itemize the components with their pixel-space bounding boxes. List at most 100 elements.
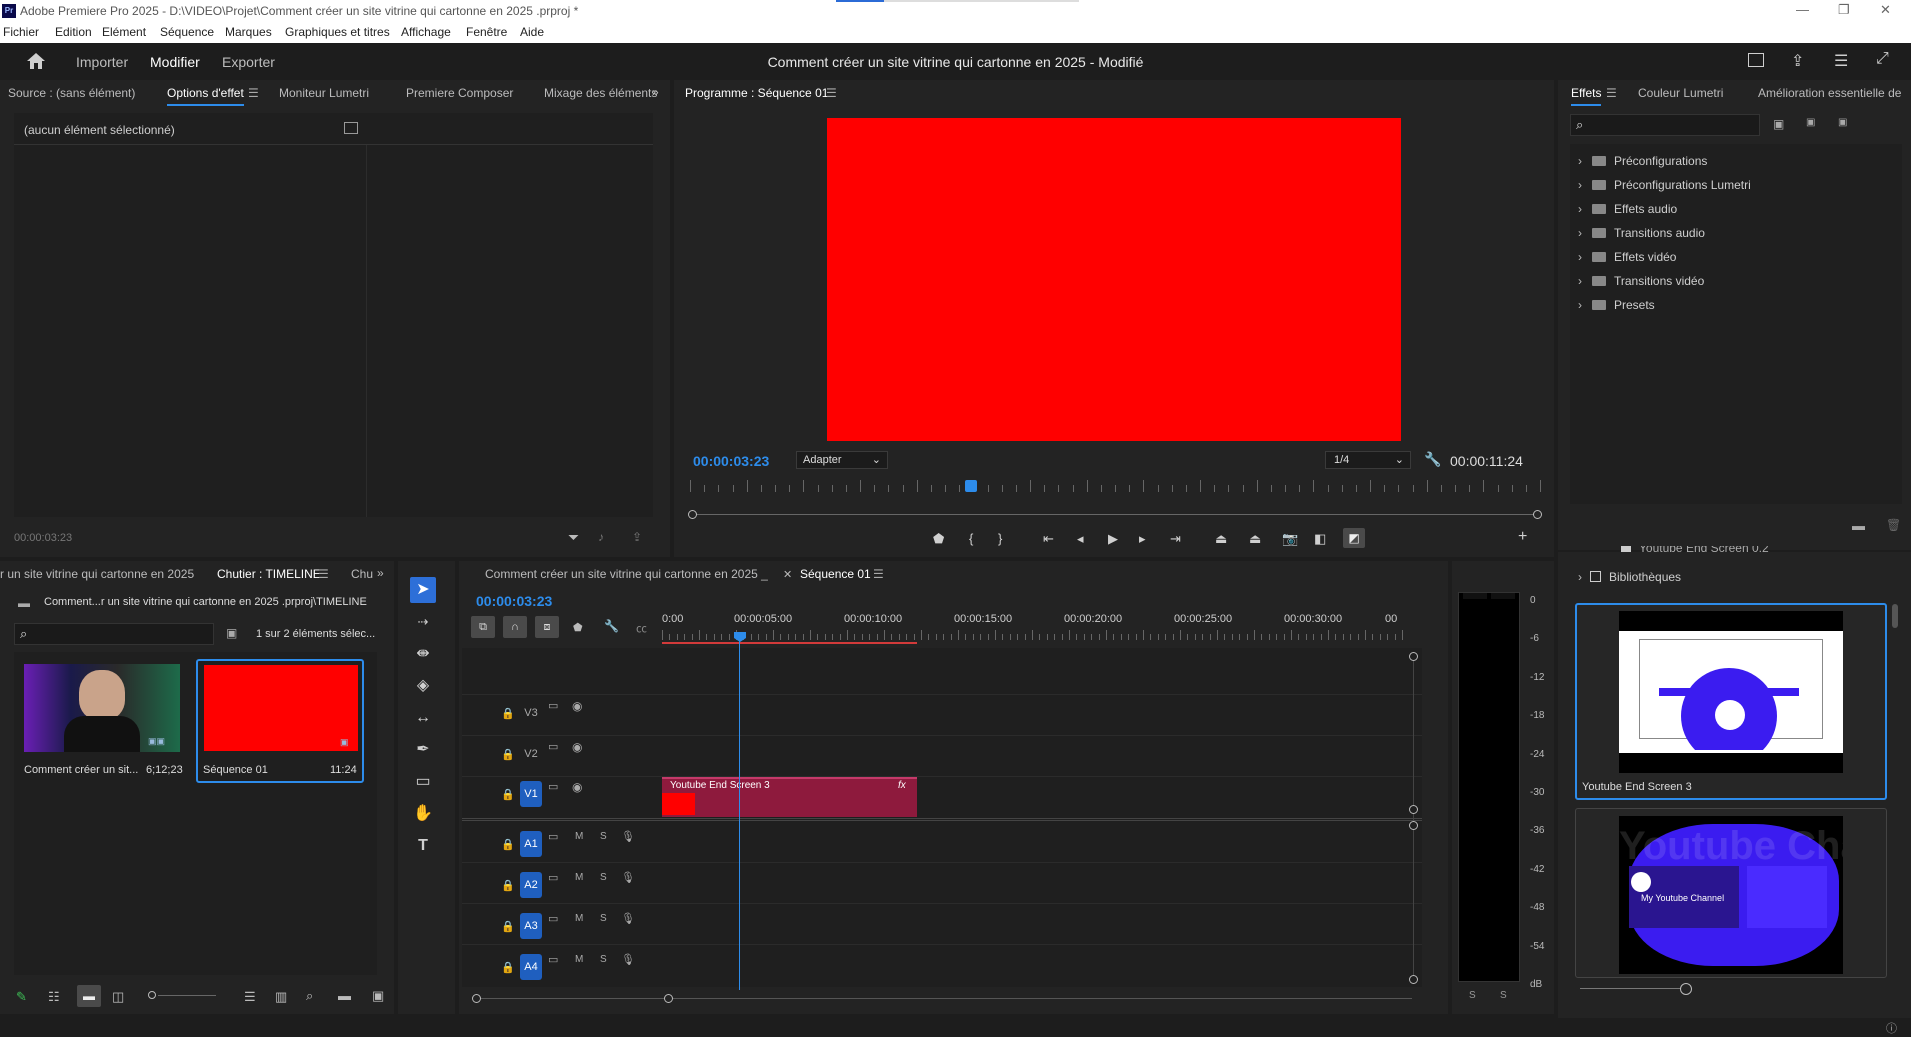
track-label-v3[interactable]: V3 xyxy=(520,700,542,726)
tab-mixage[interactable]: Mixage des éléments xyxy=(544,86,657,100)
timeline-clip[interactable]: Youtube End Screen 3 fx xyxy=(662,777,917,817)
zoom-handle-top[interactable] xyxy=(1409,652,1418,661)
zoom-handle-mid-2[interactable] xyxy=(1409,821,1418,830)
restore-icon[interactable]: ❐ xyxy=(1838,2,1850,18)
more-tabs-icon[interactable]: » xyxy=(652,85,659,99)
solo-button[interactable]: S xyxy=(600,954,607,965)
tab-sequence-01[interactable]: Séquence 01 xyxy=(800,567,871,581)
eye-icon[interactable]: ◉ xyxy=(572,699,582,713)
menu-fichier[interactable]: Fichier xyxy=(3,25,39,39)
button-editor-plus-icon[interactable]: + xyxy=(1518,528,1527,546)
library-card-youtube-end-screen-3[interactable]: Youtube End Screen 3 xyxy=(1575,603,1887,800)
solo-button[interactable]: S xyxy=(600,872,607,883)
tab-source[interactable]: Source : (sans élément) xyxy=(8,86,135,100)
meter-solo-left[interactable]: S xyxy=(1469,990,1476,1001)
rectangle-tool-icon[interactable]: ▭ xyxy=(410,769,436,795)
type-tool-icon[interactable]: T xyxy=(410,833,436,859)
new-item-icon[interactable]: ▣ xyxy=(372,988,384,1004)
menu-element[interactable]: Elément xyxy=(102,25,146,39)
track-label-a4[interactable]: A4 xyxy=(520,954,542,980)
settings-wrench-icon[interactable]: 🔧 xyxy=(1424,451,1441,468)
export-frame-icon[interactable]: 📷 xyxy=(1282,531,1298,547)
library-card-youtube-channel[interactable]: Youtube Chan My Youtube Channel xyxy=(1575,808,1887,978)
microphone-icon[interactable]: 🎙 xyxy=(621,871,635,884)
timeline-ruler[interactable]: 0:00 00:00:05:00 00:00:10:00 00:00:15:00 00:… xyxy=(662,612,1417,642)
track-label-v2[interactable]: V2 xyxy=(520,741,542,767)
tab-project[interactable]: r un site vitrine qui cartonne en 2025 xyxy=(0,567,194,581)
nest-sequence-icon[interactable]: ⧉ xyxy=(471,616,495,638)
new-search-bin-icon[interactable]: ▣ xyxy=(226,626,237,640)
more-tabs-icon-2[interactable]: » xyxy=(377,566,384,580)
quick-export-icon[interactable] xyxy=(1748,53,1764,67)
timeline-timecode[interactable]: 00:00:03:23 xyxy=(476,593,552,609)
thumbnail-size-handle[interactable] xyxy=(1680,983,1692,995)
step-back-icon[interactable]: ◂ xyxy=(1077,531,1084,547)
hand-tool-icon[interactable]: ✋ xyxy=(410,801,436,827)
track-label-a2[interactable]: A2 xyxy=(520,872,542,898)
track-label-v1[interactable]: V1 xyxy=(520,781,542,807)
microphone-icon[interactable]: 🎙 xyxy=(621,830,635,843)
tab-lumetri-monitor[interactable]: Moniteur Lumetri xyxy=(279,86,369,100)
timeline-playhead-line[interactable] xyxy=(739,640,740,990)
mute-button[interactable]: M xyxy=(575,872,583,883)
captions-icon[interactable]: ㏄ xyxy=(636,620,647,636)
close-tab-icon[interactable]: ✕ xyxy=(783,568,792,581)
tab-amelioration[interactable]: Amélioration essentielle de xyxy=(1758,86,1901,100)
lift-icon[interactable]: ⏏ xyxy=(1215,531,1227,547)
solo-button[interactable]: S xyxy=(600,831,607,842)
project-item-video[interactable]: ▣▣ Comment créer un sit... 6;12;23 xyxy=(22,660,184,782)
tab-chutier-timeline[interactable]: Chutier : TIMELINE xyxy=(217,567,321,581)
horizontal-scrollbar[interactable] xyxy=(476,998,1412,999)
menu-affichage[interactable]: Affichage xyxy=(401,25,451,39)
solo-button[interactable]: S xyxy=(600,913,607,924)
track-output-icon[interactable]: ▭ xyxy=(548,830,558,843)
selection-tool-icon[interactable]: ➤ xyxy=(410,577,436,603)
play-icon[interactable]: ▶ xyxy=(1108,531,1118,547)
project-item-sequence[interactable]: ▣ Séquence 01 11:24 xyxy=(196,659,364,783)
zoom-handle-left[interactable] xyxy=(688,510,697,519)
zoom-handle-mid[interactable] xyxy=(1409,805,1418,814)
tree-item-effets-video[interactable]: › Effets vidéo xyxy=(1578,250,1676,264)
program-time-ruler[interactable] xyxy=(690,480,1541,494)
write-mode-pencil-icon[interactable]: ✎ xyxy=(16,989,27,1005)
track-lock-icon[interactable]: 🔒 xyxy=(501,838,515,851)
razor-tool-icon[interactable]: ◈ xyxy=(410,673,436,699)
chutier-menu-icon[interactable]: ☰ xyxy=(318,567,329,581)
ripple-edit-tool-icon[interactable]: ⇼ xyxy=(410,641,436,667)
zoom-handle-right[interactable] xyxy=(1533,510,1542,519)
fit-dropdown[interactable]: Adapter ⌄ xyxy=(796,451,888,469)
effects-search-input[interactable]: ⌕ xyxy=(1570,114,1760,136)
tab-couleur-lumetri[interactable]: Couleur Lumetri xyxy=(1638,86,1723,100)
tree-item-preconfigurations[interactable]: › Préconfigurations xyxy=(1578,154,1707,168)
menu-edition[interactable]: Edition xyxy=(55,25,92,39)
sequence-menu-icon[interactable]: ☰ xyxy=(873,567,884,581)
list-view-icon[interactable]: ☷ xyxy=(48,989,60,1005)
track-output-icon[interactable]: ▭ xyxy=(548,740,558,753)
tab-premiere-composer[interactable]: Premiere Composer xyxy=(406,86,513,100)
menu-fenetre[interactable]: Fenêtre xyxy=(466,25,507,39)
resolution-dropdown[interactable]: 1/4 ⌄ xyxy=(1325,451,1411,469)
mute-button[interactable]: M xyxy=(575,913,583,924)
effects-menu-icon[interactable]: ☰ xyxy=(1606,86,1617,100)
libraries-scrollbar[interactable] xyxy=(1892,604,1898,628)
zoom-slider[interactable] xyxy=(158,995,216,996)
new-bin-icon[interactable]: ▬ xyxy=(338,988,351,1003)
menu-aide[interactable]: Aide xyxy=(520,25,544,39)
menu-graphiques[interactable]: Graphiques et titres xyxy=(285,25,390,39)
program-video-frame[interactable] xyxy=(827,118,1401,441)
automate-icon[interactable]: ▥ xyxy=(275,989,287,1005)
tab-effect-options[interactable]: Options d'effet xyxy=(167,86,244,106)
tree-item-presets[interactable]: › Presets xyxy=(1578,298,1655,312)
track-lock-icon[interactable]: 🔒 xyxy=(501,788,515,801)
pen-tool-icon[interactable]: ✒ xyxy=(410,737,436,763)
microphone-icon[interactable]: 🎙 xyxy=(621,912,635,925)
menu-marques[interactable]: Marques xyxy=(225,25,272,39)
32bit-effects-icon[interactable]: ▣ xyxy=(1806,117,1815,128)
fullscreen-icon[interactable]: ⤢ xyxy=(1876,50,1889,68)
track-select-tool-icon[interactable]: ⇢ xyxy=(410,609,436,635)
info-icon[interactable]: ⓘ xyxy=(1886,1020,1897,1036)
add-marker-icon[interactable]: ⬟ xyxy=(573,621,583,634)
new-bin-icon[interactable]: ▬ xyxy=(1852,518,1865,533)
tree-item-effets-audio[interactable]: › Effets audio xyxy=(1578,202,1677,216)
tab-chutier-2[interactable]: Chu xyxy=(351,567,373,581)
